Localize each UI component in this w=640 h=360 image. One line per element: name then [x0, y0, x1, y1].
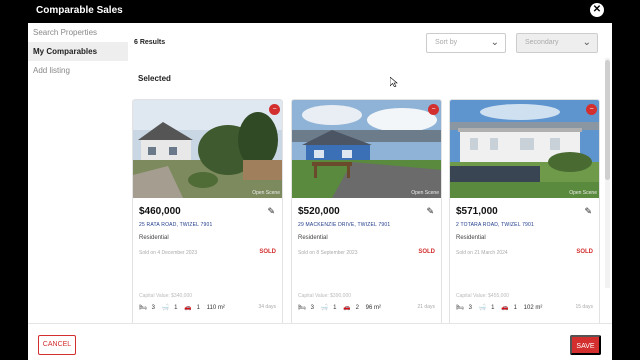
bath-icon: 🛁	[478, 305, 487, 311]
sort-select-value: Sort by	[435, 39, 458, 46]
property-photo: − Open Scene	[450, 100, 599, 198]
property-photo: − Open Scene	[292, 100, 441, 198]
save-button[interactable]: SAVE	[570, 335, 601, 355]
property-type: Residential	[456, 235, 486, 241]
scrollbar-thumb[interactable]	[605, 60, 610, 180]
area-value: 110 m²	[206, 305, 225, 311]
property-photo: − Open Scene	[133, 100, 282, 198]
sold-badge: SOLD	[576, 249, 593, 255]
card-price: $571,000	[456, 206, 498, 217]
capital-value: Capital Value: $390,000	[298, 293, 352, 299]
beds-count: 3	[468, 305, 472, 311]
cars-count: 1	[196, 305, 200, 311]
area-value: 102 m²	[523, 305, 543, 311]
baths-count: 1	[333, 305, 337, 311]
card-price: $460,000	[139, 206, 181, 217]
cars-count: 1	[513, 305, 517, 311]
property-card[interactable]: − Open Scene $571,000 ✎ 2 TOTARA ROAD, T…	[449, 99, 600, 323]
sold-badge: SOLD	[259, 249, 276, 255]
capital-value: Capital Value: $455,000	[456, 293, 510, 299]
cars-count: 2	[355, 305, 359, 311]
sold-badge: SOLD	[418, 249, 435, 255]
secondary-select[interactable]: Secondary ⌄	[516, 33, 598, 53]
bath-icon: 🛁	[320, 305, 329, 311]
days-on-market: 21 days	[417, 304, 435, 310]
car-icon: 🚗	[501, 305, 509, 311]
modal-footer: CANCEL SAVE	[28, 323, 612, 360]
property-card[interactable]: − Open Scene $520,000 ✎ 29 MACKENZIE DRI…	[291, 99, 442, 323]
photo-credit: Open Scene	[569, 190, 597, 196]
bed-icon: 🛏	[139, 305, 147, 311]
sold-date: Sold on 21 March 2024	[456, 250, 508, 256]
comparables-panel: 6 Results Sort by ⌄ Secondary ⌄ Selected	[132, 23, 612, 323]
remove-comparable-button[interactable]: −	[269, 104, 280, 115]
property-type: Residential	[139, 235, 169, 241]
car-icon: 🚗	[343, 305, 351, 311]
card-address[interactable]: 2 TOTARA ROAD, TWIZEL 7901	[456, 222, 534, 228]
baths-count: 1	[491, 305, 495, 311]
sidebar: Search Properties My Comparables Add lis…	[28, 23, 128, 323]
property-type: Residential	[298, 235, 328, 241]
mouse-cursor-icon	[390, 77, 398, 87]
area-value: 96 m²	[365, 305, 381, 311]
close-icon[interactable]: ✕	[590, 3, 604, 17]
scrollbar[interactable]	[605, 58, 610, 288]
chevron-down-icon: ⌄	[582, 37, 591, 48]
edit-icon[interactable]: ✎	[584, 206, 592, 217]
photo-credit: Open Scene	[252, 190, 280, 196]
modal-title: Comparable Sales	[36, 5, 123, 16]
sold-date: Sold on 8 September 2023	[298, 250, 358, 256]
edit-icon[interactable]: ✎	[426, 206, 434, 217]
cancel-button[interactable]: CANCEL	[38, 335, 76, 355]
beds-count: 3	[151, 305, 155, 311]
edit-icon[interactable]: ✎	[267, 206, 275, 217]
sidebar-item-search-properties[interactable]: Search Properties	[28, 23, 128, 42]
remove-comparable-button[interactable]: −	[586, 104, 597, 115]
modal-titlebar: Comparable Sales ✕	[28, 0, 612, 23]
remove-comparable-button[interactable]: −	[428, 104, 439, 115]
property-card[interactable]: − Open Scene $460,000 ✎ 25 RATA ROAD, TW…	[132, 99, 283, 323]
secondary-select-value: Secondary	[525, 39, 559, 46]
results-count: 6 Results	[134, 39, 166, 46]
days-on-market: 15 days	[575, 304, 593, 310]
bed-icon: 🛏	[298, 305, 306, 311]
car-icon: 🚗	[184, 305, 192, 311]
comparable-sales-modal: Comparable Sales ✕ Search Properties My …	[28, 0, 612, 360]
beds-count: 3	[310, 305, 314, 311]
sidebar-item-my-comparables[interactable]: My Comparables	[28, 42, 128, 61]
photo-credit: Open Scene	[411, 190, 439, 196]
bath-icon: 🛁	[161, 305, 170, 311]
sidebar-item-add-listing[interactable]: Add listing	[28, 61, 128, 80]
capital-value: Capital Value: $340,000	[139, 293, 193, 299]
card-address[interactable]: 29 MACKENZIE DRIVE, TWIZEL 7901	[298, 222, 390, 228]
bed-icon: 🛏	[456, 305, 464, 311]
chevron-down-icon: ⌄	[490, 37, 499, 48]
card-price: $520,000	[298, 206, 340, 217]
sold-date: Sold on 4 December 2023	[139, 250, 198, 256]
days-on-market: 34 days	[258, 304, 276, 310]
section-heading: Selected	[138, 74, 171, 83]
card-address[interactable]: 25 RATA ROAD, TWIZEL 7901	[139, 222, 212, 228]
baths-count: 1	[174, 305, 178, 311]
sort-select[interactable]: Sort by ⌄	[426, 33, 506, 53]
